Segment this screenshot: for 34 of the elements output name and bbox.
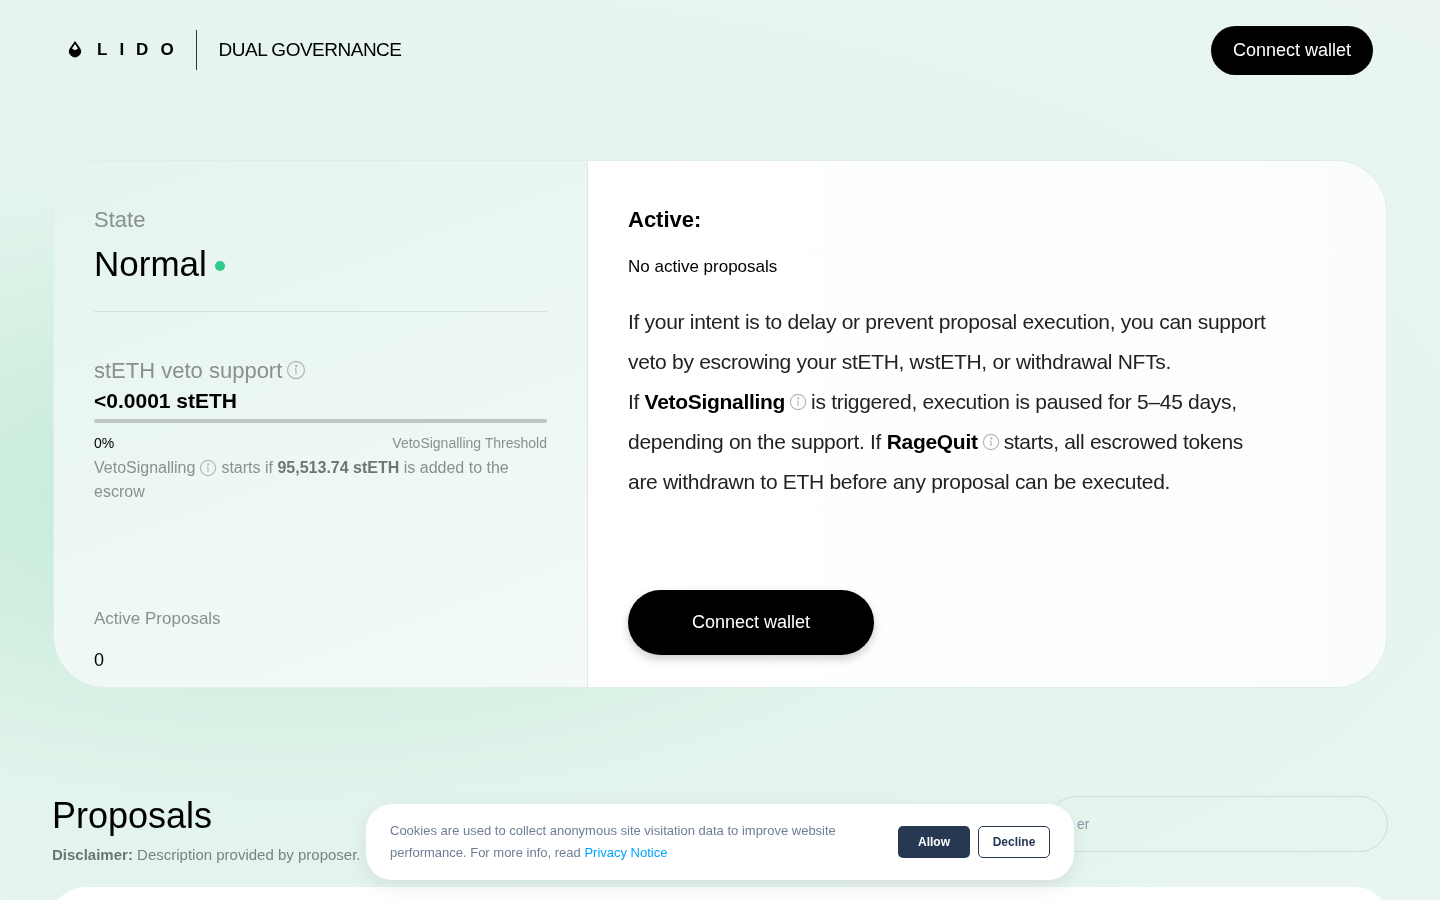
info-icon[interactable] — [789, 392, 808, 411]
threshold-label: VetoSignalling Threshold — [392, 433, 547, 453]
text-line: VetoSignalling — [94, 457, 196, 478]
disclaimer-text: Disclaimer: Description provided by proposer. — [52, 845, 361, 865]
active-proposals-count: 0 — [94, 649, 105, 672]
veto-support-label: stETH veto support — [94, 356, 283, 385]
text-line: veto by escrowing your stETH, wstETH, or withdrawal NFTs. — [628, 348, 1172, 375]
active-proposals-label: Active Proposals — [94, 607, 222, 630]
text-line: If VetoSignalling — [628, 388, 786, 415]
text-line: escrow — [94, 481, 145, 502]
state-label: State — [94, 206, 147, 234]
proposals-heading: Proposals — [52, 794, 214, 838]
connect-wallet-button[interactable]: Connect wallet — [628, 589, 874, 655]
allow-button[interactable]: Allow — [898, 826, 970, 858]
connect-wallet-button[interactable]: Connect wallet — [1210, 25, 1373, 75]
veto-amount: <0.0001 stETH — [94, 387, 238, 414]
state-value: Normal — [94, 243, 207, 285]
text-line: depending on the support. If RageQuit — [628, 428, 978, 455]
text-line: starts, all escrowed tokens — [1003, 428, 1243, 455]
app-title: DUAL GOVERNANCE — [218, 37, 402, 62]
no-proposals-text: No active proposals — [628, 256, 779, 278]
percent-label: 0% — [94, 433, 115, 453]
logo-text: LIDO — [97, 39, 186, 62]
text-line: If your intent is to delay or prevent proposal execution, you can support — [628, 308, 1266, 335]
text-line: are withdrawn to ETH before any proposal can be executed. — [628, 468, 1171, 495]
info-icon[interactable] — [286, 360, 307, 380]
text-line: starts if 95,513.74 stETH is added to the — [221, 457, 509, 478]
drop-logo-icon[interactable] — [67, 40, 83, 60]
cookie-text: Cookies are used to collect anonymous site visitation data to improve website performance. For more info, read Privacy Notice — [390, 822, 837, 862]
info-icon[interactable] — [981, 432, 1000, 451]
active-title: Active: — [628, 206, 703, 234]
info-icon[interactable] — [199, 458, 218, 477]
decline-button[interactable]: Decline — [978, 826, 1050, 858]
text-line: is triggered, execution is paused for 5–45 days, — [811, 388, 1237, 415]
